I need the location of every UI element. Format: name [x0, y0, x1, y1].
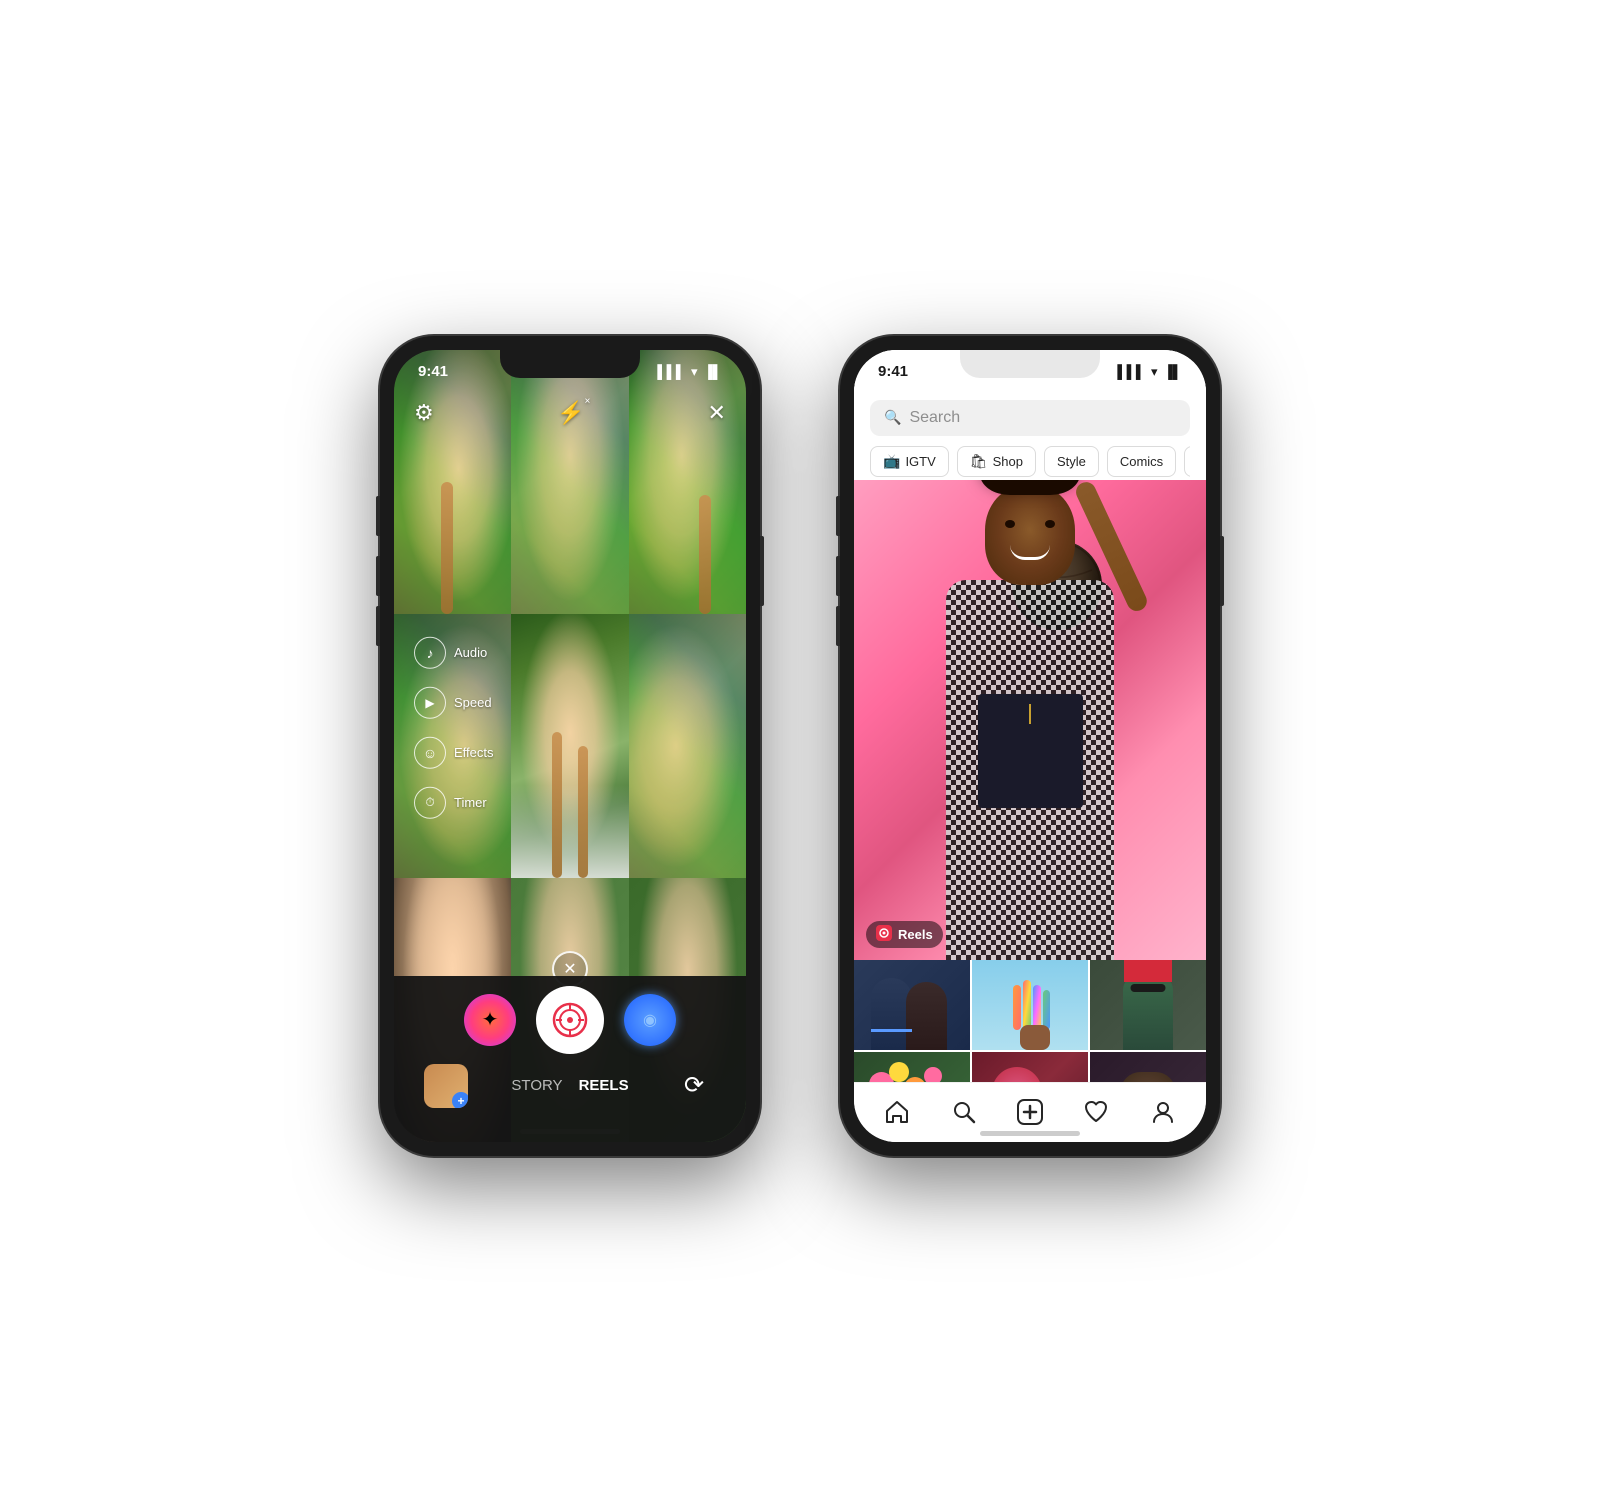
add-icon — [1016, 1098, 1044, 1126]
tab-shop[interactable]: 🛍 Shop — [957, 446, 1036, 477]
player-torso — [925, 580, 1135, 960]
timer-icon: ⏱ — [414, 786, 446, 818]
thumb-4[interactable] — [854, 1052, 970, 1082]
tab-comics-label: Comics — [1120, 454, 1163, 469]
effects-control[interactable]: ☺ Effects — [414, 736, 494, 768]
gallery-thumbnail[interactable]: + — [424, 1064, 468, 1108]
thumb-3[interactable] — [1090, 960, 1206, 1050]
heart-icon — [1083, 1099, 1109, 1125]
status-icons-right: ▌▌▌ ▾ ▐▌ — [1117, 364, 1182, 380]
tab-shop-label: Shop — [993, 454, 1023, 469]
settings-button[interactable]: ⚙ — [414, 400, 434, 426]
story-mode-button[interactable]: STORY — [511, 1077, 562, 1094]
timer-label: Timer — [454, 795, 487, 810]
close-camera-button[interactable]: ✕ — [708, 400, 726, 426]
left-screen: 9:41 ▌▌▌ ▾ ▐▌ ⚙ ⚡× ✕ — [394, 350, 746, 1142]
right-notch — [960, 350, 1100, 378]
flash-button[interactable]: ⚡× — [557, 400, 584, 426]
search-bar[interactable]: 🔍 Search — [870, 400, 1190, 436]
nav-home-button[interactable] — [875, 1090, 919, 1134]
basketball-player — [854, 480, 1206, 960]
shop-icon: 🛍 — [970, 453, 988, 470]
igtv-icon: 📺 — [883, 453, 900, 470]
nav-activity-button[interactable] — [1074, 1090, 1118, 1134]
audio-label: Audio — [454, 645, 487, 660]
left-phone: 9:41 ▌▌▌ ▾ ▐▌ ⚙ ⚡× ✕ — [380, 336, 760, 1156]
blue-effect-button[interactable]: ◉ — [624, 994, 676, 1046]
nav-search-button[interactable] — [942, 1090, 986, 1134]
mode-row: + STORY REELS ⟳ — [414, 1060, 726, 1112]
hero-reels-image[interactable]: Reels — [854, 480, 1206, 960]
thumbnail-grid — [854, 960, 1206, 1082]
reels-mode-button[interactable]: REELS — [579, 1077, 629, 1094]
sparkle-effect-button[interactable]: ✦ — [464, 994, 516, 1046]
camera-bottom-bar: ✦ — [394, 976, 746, 1142]
camera-screen: 9:41 ▌▌▌ ▾ ▐▌ ⚙ ⚡× ✕ — [394, 350, 746, 1142]
player-hair — [980, 480, 1080, 495]
speed-label: Speed — [454, 695, 492, 710]
signal-icon: ▌▌▌ — [657, 364, 685, 379]
thumb-1[interactable] — [854, 960, 970, 1050]
tab-igtv-label: IGTV — [905, 454, 935, 469]
profile-icon — [1150, 1099, 1176, 1125]
speed-icon: ▶ — [414, 686, 446, 718]
thumb-5[interactable] — [972, 1052, 1088, 1082]
thumb-6[interactable] — [1090, 1052, 1206, 1082]
add-to-gallery-icon: + — [452, 1092, 468, 1108]
tab-style[interactable]: Style — [1044, 446, 1099, 477]
status-time-right: 9:41 — [878, 363, 908, 380]
camera-ui: 9:41 ▌▌▌ ▾ ▐▌ ⚙ ⚡× ✕ — [394, 350, 746, 1142]
reels-icon-svg — [552, 1002, 588, 1038]
shutter-row: ✦ — [414, 986, 726, 1054]
tab-comics[interactable]: Comics — [1107, 446, 1176, 477]
audio-control[interactable]: ♪ Audio — [414, 636, 494, 668]
left-notch — [500, 350, 640, 378]
status-time-left: 9:41 — [418, 363, 448, 380]
filter-tabs: 📺 IGTV 🛍 Shop Style Comics TV & Movie — [870, 446, 1190, 481]
home-indicator-right — [980, 1131, 1080, 1136]
reels-icon-badge — [876, 925, 892, 944]
reels-badge-icon — [876, 925, 892, 941]
status-icons-left: ▌▌▌ ▾ ▐▌ — [657, 364, 722, 380]
reels-shutter-icon — [541, 991, 599, 1049]
search-placeholder: Search — [909, 409, 960, 427]
nav-search-icon — [951, 1099, 977, 1125]
effects-icon: ☺ — [414, 736, 446, 768]
explore-screen: 9:41 ▌▌▌ ▾ ▐▌ 🔍 Search 📺 IGTV — [854, 350, 1206, 1142]
tab-igtv[interactable]: 📺 IGTV — [870, 446, 949, 477]
thumb-2[interactable] — [972, 960, 1088, 1050]
tab-style-label: Style — [1057, 454, 1086, 469]
reels-label-overlay: Reels — [866, 921, 943, 948]
camera-side-controls: ♪ Audio ▶ Speed ☺ Effects ⏱ Timer — [414, 636, 494, 818]
battery-icon: ▐▌ — [704, 364, 722, 379]
reels-label-text: Reels — [898, 927, 933, 942]
effects-label: Effects — [454, 745, 494, 760]
nav-profile-button[interactable] — [1141, 1090, 1185, 1134]
tab-tv-movies[interactable]: TV & Movie — [1184, 446, 1190, 477]
explore-content: Reels — [854, 480, 1206, 1082]
wifi-icon-right: ▾ — [1151, 364, 1158, 380]
home-icon — [884, 1099, 910, 1125]
right-phone: 9:41 ▌▌▌ ▾ ▐▌ 🔍 Search 📺 IGTV — [840, 336, 1220, 1156]
timer-control[interactable]: ⏱ Timer — [414, 786, 494, 818]
flip-camera-button[interactable]: ⟳ — [672, 1064, 716, 1108]
search-icon: 🔍 — [884, 409, 901, 426]
battery-icon-right: ▐▌ — [1164, 364, 1182, 379]
right-screen: 9:41 ▌▌▌ ▾ ▐▌ 🔍 Search 📺 IGTV — [854, 350, 1206, 1142]
speed-control[interactable]: ▶ Speed — [414, 686, 494, 718]
player-face — [985, 485, 1075, 585]
nav-add-button[interactable] — [1008, 1090, 1052, 1134]
shutter-button[interactable] — [536, 986, 604, 1054]
signal-icon-right: ▌▌▌ — [1117, 364, 1145, 379]
hand-svg-icon — [1005, 980, 1055, 1050]
audio-icon: ♪ — [414, 636, 446, 668]
wifi-icon: ▾ — [691, 364, 698, 380]
